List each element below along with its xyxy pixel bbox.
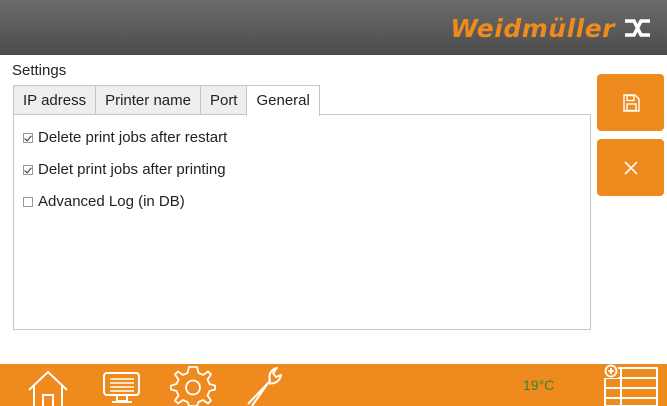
bottom-nav-bar: 19°C xyxy=(0,364,667,406)
home-icon[interactable] xyxy=(25,364,71,406)
page-title: Settings xyxy=(12,62,67,79)
header-bar: Weidmüller xyxy=(0,0,667,55)
wrench-icon[interactable] xyxy=(242,364,288,406)
delete-after-printing-checkbox[interactable] xyxy=(23,164,33,175)
brand-logo: Weidmüller xyxy=(450,12,653,44)
general-settings-panel: Delete print jobs after restart Delet pr… xyxy=(13,114,591,330)
advanced-log-checkbox[interactable] xyxy=(23,196,33,207)
save-button[interactable] xyxy=(597,74,664,131)
save-icon xyxy=(622,93,640,112)
monitor-icon[interactable] xyxy=(101,364,143,406)
option-label: Advanced Log (in DB) xyxy=(38,193,185,210)
gear-icon[interactable] xyxy=(170,364,216,406)
tab-port[interactable]: Port xyxy=(199,85,248,114)
tab-printer-name[interactable]: Printer name xyxy=(95,85,201,114)
delete-after-restart-checkbox[interactable] xyxy=(23,132,33,143)
brand-name: Weidmüller xyxy=(450,13,615,43)
temperature-readout: 19°C xyxy=(523,377,555,393)
tab-ip-address[interactable]: IP adress xyxy=(13,85,97,114)
grid-menu-icon[interactable] xyxy=(604,364,660,406)
option-label: Delete print jobs after restart xyxy=(38,129,228,146)
weidmuller-logo-icon xyxy=(625,19,650,37)
option-label: Delet print jobs after printing xyxy=(38,161,226,178)
option-advanced-log[interactable]: Advanced Log (in DB) xyxy=(23,193,185,210)
close-icon xyxy=(623,160,638,175)
tab-general[interactable]: General xyxy=(246,85,320,116)
option-delete-after-restart[interactable]: Delete print jobs after restart xyxy=(23,129,227,146)
cancel-button[interactable] xyxy=(597,139,664,196)
option-delete-after-printing[interactable]: Delet print jobs after printing xyxy=(23,161,226,178)
settings-tabs: IP adress Printer name Port General xyxy=(13,85,320,116)
